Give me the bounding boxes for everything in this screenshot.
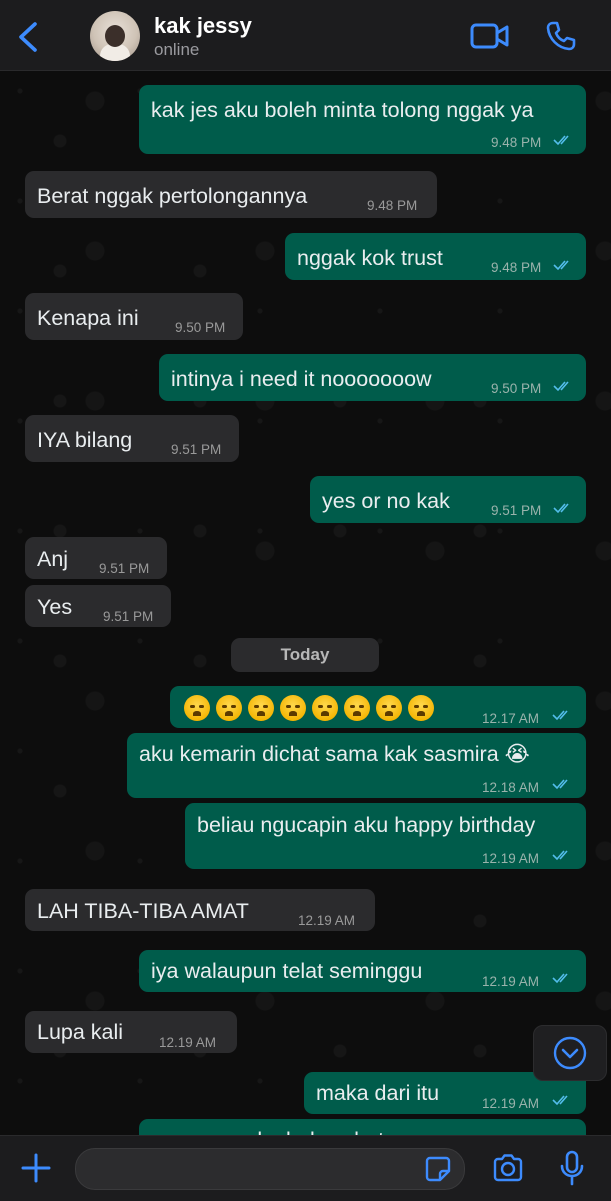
message-bubble-outgoing[interactable]: iya walaupun telat seminggu 12.19 AM bbox=[139, 950, 586, 992]
message-bubble-incoming[interactable]: Kenapa ini 9.50 PM bbox=[25, 293, 243, 340]
message-bubble-outgoing[interactable]: beliau ngucapin aku happy birthday 12.19… bbox=[185, 803, 586, 869]
crying-emoji-row bbox=[184, 694, 440, 722]
message-bubble-incoming[interactable]: IYA bilang 9.51 PM bbox=[25, 415, 239, 462]
date-separator: Today bbox=[231, 638, 379, 672]
message-text: maka dari itu bbox=[316, 1081, 440, 1105]
message-text: Lupa kali bbox=[37, 1020, 124, 1044]
message-time: 12.19 AM bbox=[482, 1096, 540, 1111]
phone-icon bbox=[546, 21, 576, 51]
camera-button[interactable] bbox=[492, 1154, 524, 1182]
message-time: 9.51 PM bbox=[103, 609, 154, 624]
double-check-icon bbox=[552, 849, 572, 861]
scroll-to-bottom-button[interactable] bbox=[533, 1025, 607, 1081]
message-time: 12.19 AM bbox=[482, 851, 540, 866]
message-bubble-incoming[interactable]: Anj 9.51 PM bbox=[25, 537, 167, 579]
message-text: Yes bbox=[37, 595, 73, 619]
message-text: Berat nggak pertolongannya bbox=[37, 184, 308, 208]
sticker-button[interactable] bbox=[425, 1156, 451, 1182]
message-text: Kenapa ini bbox=[37, 306, 139, 330]
message-text: beliau ngucapin aku happy birthday bbox=[197, 813, 536, 837]
voice-message-button[interactable] bbox=[560, 1150, 584, 1186]
voice-call-button[interactable] bbox=[545, 20, 577, 52]
message-bubble-outgoing[interactable]: kak jes aku boleh minta tolong nggak ya … bbox=[139, 85, 586, 154]
back-button[interactable] bbox=[16, 21, 40, 53]
crying-emoji-icon bbox=[344, 695, 370, 722]
double-check-icon bbox=[553, 502, 573, 514]
double-check-icon bbox=[552, 709, 572, 721]
message-bubble-outgoing[interactable]: yes or no kak 9.51 PM bbox=[310, 476, 586, 523]
message-time: 9.50 PM bbox=[491, 381, 542, 396]
chevron-down-circle-icon bbox=[553, 1036, 587, 1070]
crying-emoji-icon bbox=[312, 695, 338, 722]
attach-button[interactable] bbox=[20, 1152, 52, 1184]
message-input-wrapper bbox=[75, 1148, 465, 1191]
message-bubble-incoming[interactable]: LAH TIBA-TIBA AMAT 12.19 AM bbox=[25, 889, 375, 931]
double-check-icon bbox=[552, 972, 572, 984]
crying-emoji-icon bbox=[184, 695, 210, 722]
video-call-icon bbox=[470, 23, 509, 49]
contact-status: online bbox=[154, 40, 200, 59]
composer-bar bbox=[0, 1135, 611, 1201]
message-text: aku kemarin dichat sama kak sasmira 😭 bbox=[139, 742, 530, 766]
message-bubble-outgoing[interactable]: intinya i need it nooooooow 9.50 PM bbox=[159, 354, 586, 401]
message-text: nggak kok trust bbox=[297, 246, 443, 270]
message-time: 9.48 PM bbox=[491, 260, 542, 275]
message-text: IYA bilang bbox=[37, 428, 133, 452]
message-text: intinya i need it nooooooow bbox=[171, 367, 432, 391]
double-check-icon bbox=[553, 380, 573, 392]
message-bubble-incoming[interactable]: Berat nggak pertolongannya 9.48 PM bbox=[25, 171, 437, 218]
crying-emoji-icon bbox=[248, 695, 274, 722]
message-bubble-outgoing[interactable]: 12.17 AM bbox=[170, 686, 586, 728]
message-text: kak jes aku boleh minta tolong nggak ya bbox=[151, 98, 534, 122]
message-text: Anj bbox=[37, 547, 69, 571]
sticker-icon bbox=[425, 1156, 451, 1182]
plus-icon bbox=[21, 1153, 51, 1183]
camera-icon bbox=[493, 1154, 523, 1182]
video-call-button[interactable] bbox=[470, 22, 510, 50]
crying-emoji-icon bbox=[280, 695, 306, 722]
message-time: 12.17 AM bbox=[482, 711, 540, 726]
message-time: 9.48 PM bbox=[491, 135, 542, 150]
message-time: 12.19 AM bbox=[159, 1035, 217, 1050]
message-time: 9.50 PM bbox=[175, 320, 226, 335]
message-list[interactable]: kak jes aku boleh minta tolong nggak ya … bbox=[0, 71, 611, 1135]
message-bubble-incoming[interactable]: Lupa kali 12.19 AM bbox=[25, 1011, 237, 1053]
message-bubble-outgoing[interactable]: nggak kok trust 9.48 PM bbox=[285, 233, 586, 280]
message-input[interactable] bbox=[90, 1149, 424, 1191]
message-bubble-incoming[interactable]: Yes 9.51 PM bbox=[25, 585, 171, 627]
message-time: 12.18 AM bbox=[482, 780, 540, 795]
microphone-icon bbox=[560, 1150, 584, 1186]
message-time: 12.19 AM bbox=[298, 913, 356, 928]
crying-emoji-icon bbox=[376, 695, 402, 722]
message-text: LAH TIBA-TIBA AMAT bbox=[37, 899, 249, 923]
message-time: 9.51 PM bbox=[491, 503, 542, 518]
message-time: 9.48 PM bbox=[367, 198, 418, 213]
double-check-icon bbox=[552, 1094, 572, 1106]
double-check-icon bbox=[553, 259, 573, 271]
chat-header: kak jessy online bbox=[0, 0, 611, 71]
message-text: yes or no kak bbox=[322, 489, 450, 513]
crying-emoji-icon bbox=[216, 695, 242, 722]
contact-avatar[interactable] bbox=[90, 11, 140, 61]
message-time: 9.51 PM bbox=[171, 442, 222, 457]
message-bubble-outgoing[interactable]: aku kemarin dichat sama kak sasmira 😭 12… bbox=[127, 733, 586, 798]
contact-name[interactable]: kak jessy bbox=[154, 13, 252, 39]
double-check-icon bbox=[553, 134, 573, 146]
message-time: 9.51 PM bbox=[99, 561, 150, 576]
double-check-icon bbox=[552, 778, 572, 790]
message-text: iya walaupun telat seminggu bbox=[151, 959, 423, 983]
crying-emoji-icon bbox=[408, 695, 434, 722]
chevron-left-icon bbox=[19, 22, 37, 52]
message-bubble-outgoing[interactable]: yes or no aku bales chatnya bbox=[139, 1119, 586, 1135]
message-time: 12.19 AM bbox=[482, 974, 540, 989]
message-text: yes or no aku bales chatnya bbox=[151, 1127, 419, 1135]
